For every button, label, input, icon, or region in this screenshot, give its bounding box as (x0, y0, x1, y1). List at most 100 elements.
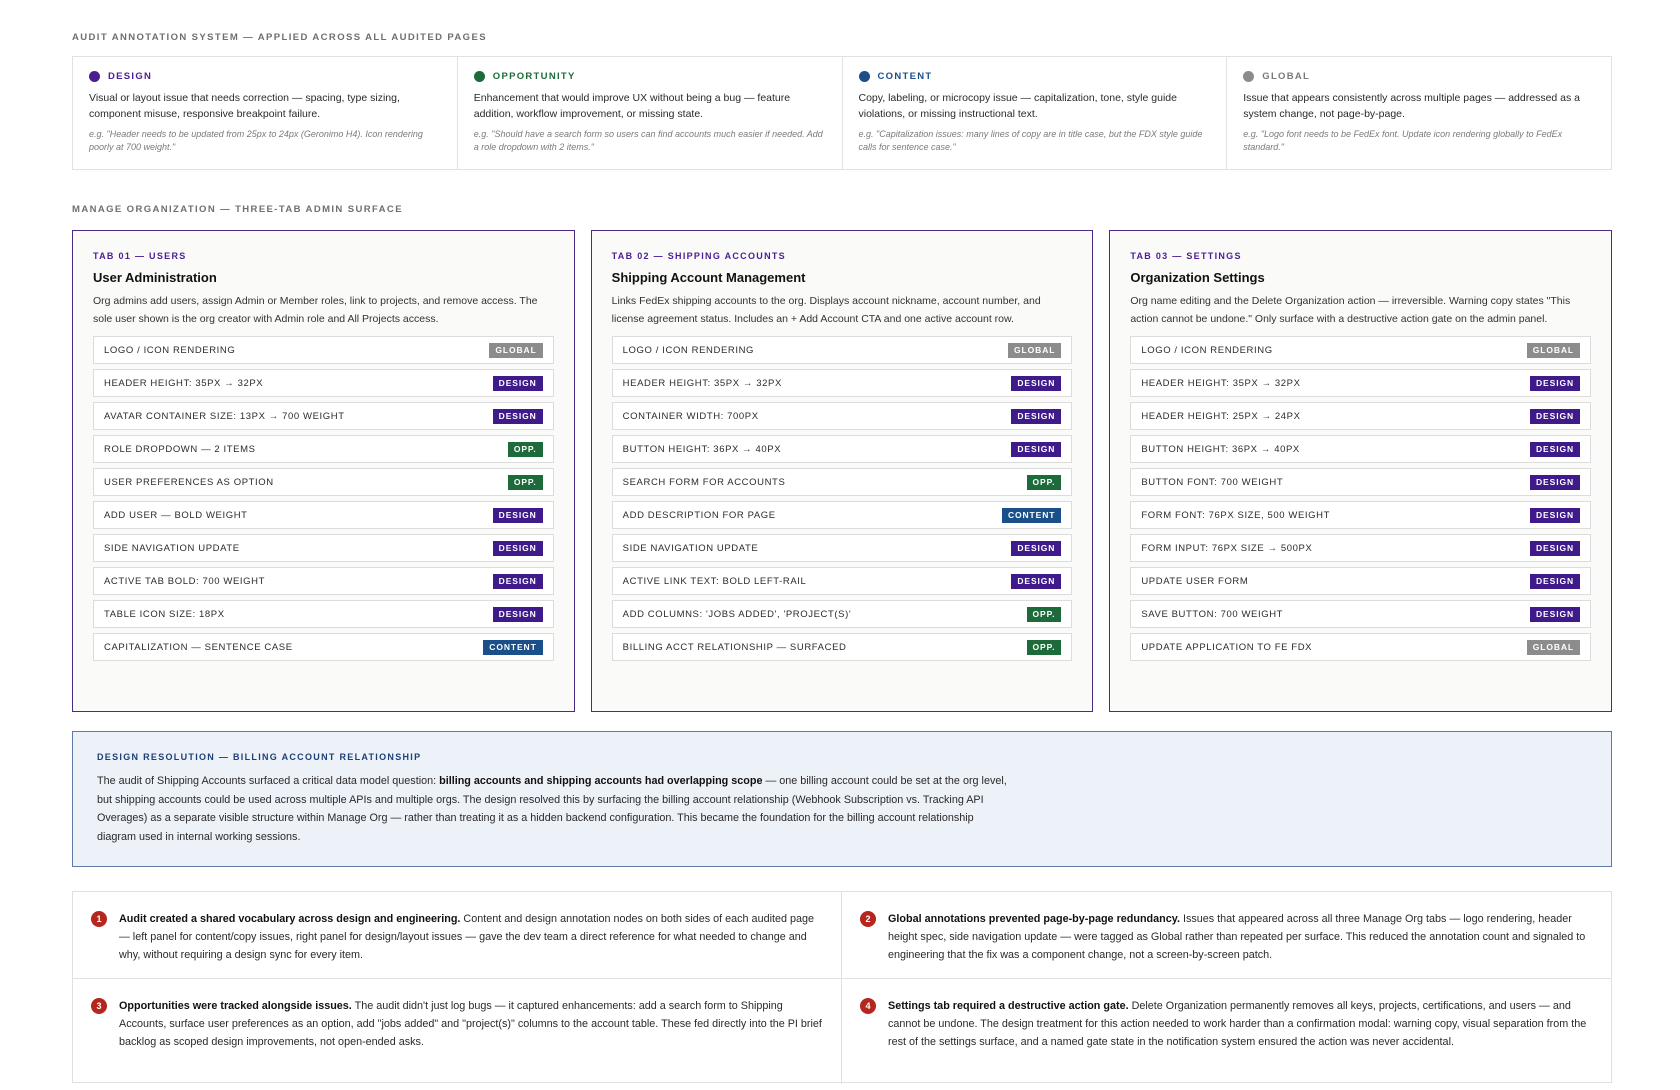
issue-label: CONTAINER WIDTH: 700PX (622, 410, 759, 422)
issue-label: ADD COLUMNS: 'JOBS ADDED', 'PROJECT(S)' (622, 608, 852, 620)
tab-title: User Administration (93, 270, 217, 285)
legend-design: DESIGN Visual or layout issue that needs… (73, 57, 458, 169)
issue-row: LOGO / ICON RENDERING GLOBAL (1130, 336, 1592, 364)
legend-title: GLOBAL (1262, 71, 1311, 82)
tab-description: Org admins add users, assign Admin or Me… (93, 295, 538, 325)
legend-description: Issue that appears consistently across m… (1243, 92, 1581, 120)
global-badge: GLOBAL (1526, 342, 1581, 358)
finding-item: 4 Settings tab required a destructive ac… (842, 979, 1611, 1084)
opp-badge: OPP. (1026, 639, 1062, 655)
issue-row: FORM INPUT: 76PX SIZE → 500PX DESIGN (1130, 534, 1592, 562)
manage-org-tabs: TAB 01 — USERS User Administration Org a… (72, 230, 1613, 712)
issue-row: ACTIVE LINK TEXT: BOLD LEFT-RAIL DESIGN (611, 567, 1073, 595)
issue-row: UPDATE USER FORM DESIGN (1130, 567, 1592, 595)
finding-item: 1 Audit created a shared vocabulary acro… (73, 892, 842, 979)
design-badge: DESIGN (492, 606, 543, 622)
global-badge: GLOBAL (1008, 342, 1062, 358)
legend-description: Enhancement that would improve UX withou… (473, 92, 791, 120)
findings-grid: 1 Audit created a shared vocabulary acro… (72, 891, 1612, 1084)
resolution-lead: The audit of Shipping Accounts surfaced … (97, 775, 440, 787)
legend-title: OPPORTUNITY (492, 71, 576, 82)
issue-row: CONTAINER WIDTH: 700PX DESIGN (611, 402, 1073, 430)
finding-number-badge: 4 (860, 998, 876, 1014)
tab-description: Links FedEx shipping accounts to the org… (611, 295, 1041, 325)
issue-label: ADD USER — BOLD WEIGHT (104, 509, 248, 521)
legend-content: CONTENT Copy, labeling, or microcopy iss… (843, 57, 1228, 169)
opp-badge: OPP. (1026, 606, 1062, 622)
issue-label: BUTTON HEIGHT: 36PX → 40PX (1141, 443, 1300, 455)
issue-row: SIDE NAVIGATION UPDATE DESIGN (93, 534, 554, 562)
design-badge: DESIGN (1530, 375, 1581, 391)
legend-description: Visual or layout issue that needs correc… (89, 92, 400, 120)
finding-heading: Global annotations prevented page-by-pag… (888, 913, 1180, 925)
finding-text: Global annotations prevented page-by-pag… (888, 910, 1593, 978)
annotation-legend: DESIGN Visual or layout issue that needs… (72, 56, 1612, 170)
issue-label: ROLE DROPDOWN — 2 ITEMS (104, 443, 256, 455)
finding-item: 2 Global annotations prevented page-by-p… (842, 892, 1611, 979)
issue-label: BUTTON FONT: 700 WEIGHT (1141, 476, 1284, 488)
issue-row: HEADER HEIGHT: 35PX → 32PX DESIGN (1130, 369, 1592, 397)
legend-description: Copy, labeling, or microcopy issue — cap… (858, 92, 1177, 120)
issue-label: SIDE NAVIGATION UPDATE (104, 542, 240, 554)
design-badge: DESIGN (492, 507, 543, 523)
issue-label: HEADER HEIGHT: 35PX → 32PX (1141, 377, 1301, 389)
issue-label: ACTIVE TAB BOLD: 700 WEIGHT (104, 575, 266, 587)
tab-card-users: TAB 01 — USERS User Administration Org a… (72, 230, 575, 712)
finding-text: Opportunities were tracked alongside iss… (119, 997, 823, 1084)
issue-label: UPDATE USER FORM (1141, 575, 1249, 587)
finding-text: Settings tab required a destructive acti… (888, 997, 1593, 1084)
issue-row: CAPITALIZATION — SENTENCE CASE CONTENT (93, 633, 554, 661)
design-badge: DESIGN (1011, 540, 1062, 556)
finding-number-badge: 1 (91, 911, 107, 927)
legend-section-label: AUDIT ANNOTATION SYSTEM — APPLIED ACROSS… (72, 32, 487, 43)
design-badge: DESIGN (1011, 441, 1062, 457)
issue-label: SIDE NAVIGATION UPDATE (622, 542, 759, 554)
design-badge: DESIGN (1530, 441, 1581, 457)
issue-row: LOGO / ICON RENDERING GLOBAL (93, 336, 554, 364)
opp-badge: OPP. (1026, 474, 1062, 490)
content-badge: CONTENT (483, 639, 543, 655)
design-badge: DESIGN (1530, 507, 1581, 523)
issue-row: SAVE BUTTON: 700 WEIGHT DESIGN (1130, 600, 1592, 628)
issue-label: LOGO / ICON RENDERING (104, 344, 236, 356)
issue-row: UPDATE APPLICATION TO FE FDX GLOBAL (1130, 633, 1592, 661)
issue-label: ACTIVE LINK TEXT: BOLD LEFT-RAIL (622, 575, 807, 587)
issue-list: LOGO / ICON RENDERING GLOBAL HEADER HEIGHT… (1130, 336, 1592, 661)
issue-label: USER PREFERENCES AS OPTION (104, 476, 274, 488)
finding-heading: Audit created a shared vocabulary across… (119, 913, 461, 925)
design-badge: DESIGN (492, 540, 543, 556)
finding-item: 3 Opportunities were tracked alongside i… (73, 979, 842, 1084)
design-resolution-panel: DESIGN RESOLUTION — BILLING ACCOUNT RELA… (72, 731, 1612, 867)
issue-label: SAVE BUTTON: 700 WEIGHT (1141, 608, 1284, 620)
issue-row: ADD COLUMNS: 'JOBS ADDED', 'PROJECT(S)' O… (611, 600, 1073, 628)
issue-label: LOGO / ICON RENDERING (622, 344, 755, 356)
issue-row: HEADER HEIGHT: 25PX → 24PX DESIGN (1130, 402, 1592, 430)
design-badge: DESIGN (1011, 408, 1062, 424)
legend-example: e.g. "Logo font needs to be FedEx font. … (1243, 129, 1563, 152)
legend-example: e.g. "Should have a search form so users… (473, 129, 823, 152)
opp-badge: OPP. (507, 474, 543, 490)
design-badge: DESIGN (1530, 474, 1581, 490)
tab-title: Shipping Account Management (611, 270, 806, 285)
issue-row: LOGO / ICON RENDERING GLOBAL (611, 336, 1073, 364)
issue-row: TABLE ICON SIZE: 18PX DESIGN (93, 600, 554, 628)
content-dot-icon (858, 71, 870, 82)
issue-row: SIDE NAVIGATION UPDATE DESIGN (611, 534, 1073, 562)
legend-global: GLOBAL Issue that appears consistently a… (1227, 57, 1611, 169)
design-badge: DESIGN (1011, 573, 1062, 589)
issue-row: SEARCH FORM FOR ACCOUNTS OPP. (611, 468, 1073, 496)
issue-label: FORM FONT: 76PX SIZE, 500 WEIGHT (1141, 509, 1330, 521)
legend-opportunity: OPPORTUNITY Enhancement that would impro… (458, 57, 843, 169)
design-badge: DESIGN (1530, 408, 1581, 424)
issue-row: HEADER HEIGHT: 35PX → 32PX DESIGN (611, 369, 1073, 397)
legend-title: DESIGN (108, 71, 153, 82)
issue-row: ROLE DROPDOWN — 2 ITEMS OPP. (93, 435, 554, 463)
design-badge: DESIGN (492, 408, 543, 424)
issue-row: BILLING ACCT RELATIONSHIP — SURFACED OPP. (611, 633, 1073, 661)
issue-label: TABLE ICON SIZE: 18PX (104, 608, 225, 620)
opportunity-dot-icon (473, 71, 485, 82)
global-badge: GLOBAL (489, 342, 543, 358)
legend-example: e.g. "Header needs to be updated from 25… (89, 129, 423, 152)
content-badge: CONTENT (1001, 507, 1062, 523)
issue-row: HEADER HEIGHT: 35PX → 32PX DESIGN (93, 369, 554, 397)
